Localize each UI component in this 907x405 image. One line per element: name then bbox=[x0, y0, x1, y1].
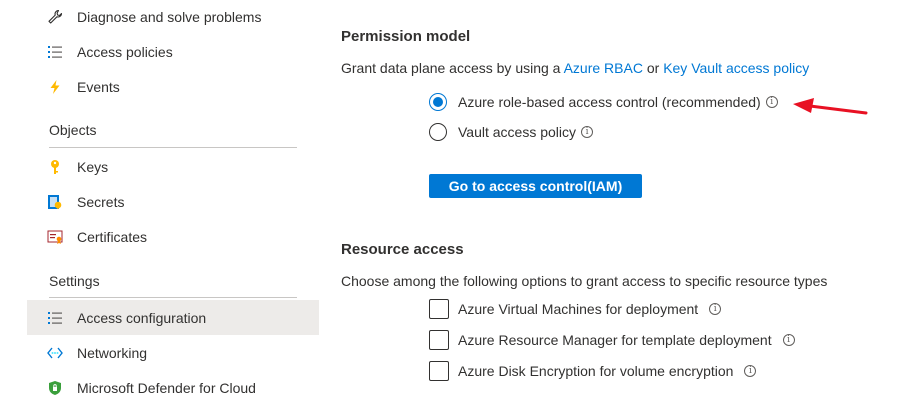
checkbox-label: Azure Disk Encryption for volume encrypt… bbox=[458, 363, 734, 379]
rbac-radio[interactable] bbox=[429, 93, 447, 111]
sidebar-item-events[interactable]: Events bbox=[27, 69, 319, 104]
sidebar-item-label: Certificates bbox=[77, 228, 148, 245]
sidebar-item-certificates[interactable]: Certificates bbox=[27, 219, 319, 254]
arm-template-checkbox[interactable] bbox=[429, 330, 449, 350]
checkbox-label: Azure Virtual Machines for deployment bbox=[458, 301, 699, 317]
section-header-objects: Objects bbox=[49, 122, 97, 138]
sidebar-item-label: Microsoft Defender for Cloud bbox=[77, 379, 256, 396]
sidebar: Diagnose and solve problems Access polic… bbox=[27, 0, 319, 396]
divider bbox=[49, 297, 297, 298]
key-icon bbox=[46, 158, 64, 176]
section-header-settings: Settings bbox=[49, 273, 100, 289]
sidebar-item-networking[interactable]: Networking bbox=[27, 335, 319, 370]
sidebar-item-defender[interactable]: Microsoft Defender for Cloud bbox=[27, 370, 319, 405]
sidebar-item-label: Diagnose and solve problems bbox=[77, 8, 262, 25]
wrench-icon bbox=[46, 8, 64, 26]
vm-deployment-checkbox-option[interactable]: Azure Virtual Machines for deployment i bbox=[429, 298, 722, 320]
resource-access-heading: Resource access bbox=[341, 241, 464, 258]
list-icon bbox=[46, 43, 64, 61]
azure-rbac-link[interactable]: Azure RBAC bbox=[564, 60, 643, 76]
info-icon[interactable]: i bbox=[744, 365, 757, 377]
permission-model-heading: Permission model bbox=[341, 28, 471, 45]
rbac-radio-label: Azure role-based access control (recomme… bbox=[458, 94, 761, 110]
sidebar-item-label: Events bbox=[77, 78, 120, 95]
divider bbox=[49, 147, 297, 148]
sidebar-item-keys[interactable]: Keys bbox=[27, 149, 319, 184]
info-icon[interactable]: i bbox=[709, 303, 722, 315]
vault-policy-radio[interactable] bbox=[429, 123, 447, 141]
lightning-icon bbox=[46, 78, 64, 96]
certificate-icon bbox=[46, 228, 64, 246]
network-icon bbox=[46, 344, 64, 362]
info-icon[interactable]: i bbox=[581, 126, 594, 138]
sidebar-item-label: Secrets bbox=[77, 193, 125, 210]
description-connector: or bbox=[646, 60, 660, 76]
sidebar-item-label: Access configuration bbox=[77, 309, 207, 326]
sidebar-item-access-policies[interactable]: Access policies bbox=[27, 34, 319, 69]
sidebar-item-label: Networking bbox=[77, 344, 148, 361]
sidebar-item-access-configuration[interactable]: Access configuration bbox=[27, 300, 319, 335]
info-icon[interactable]: i bbox=[765, 96, 778, 108]
key-vault-access-policy-link[interactable]: Key Vault access policy bbox=[663, 60, 809, 76]
list-icon bbox=[46, 309, 64, 327]
secret-icon bbox=[46, 193, 64, 211]
go-to-access-control-button[interactable]: Go to access control(IAM) bbox=[429, 174, 642, 198]
sidebar-item-secrets[interactable]: Secrets bbox=[27, 184, 319, 219]
annotation-arrow-icon bbox=[793, 98, 868, 115]
disk-encryption-checkbox[interactable] bbox=[429, 361, 449, 381]
shield-icon bbox=[46, 379, 64, 397]
permission-model-description: Grant data plane access by using a Azure… bbox=[341, 60, 809, 76]
sidebar-item-diagnose[interactable]: Diagnose and solve problems bbox=[27, 0, 319, 34]
arm-template-checkbox-option[interactable]: Azure Resource Manager for template depl… bbox=[429, 329, 795, 351]
vault-policy-radio-option[interactable]: Vault access policy i bbox=[429, 121, 594, 143]
main-content: Permission model Grant data plane access… bbox=[341, 0, 907, 393]
disk-encryption-checkbox-option[interactable]: Azure Disk Encryption for volume encrypt… bbox=[429, 360, 757, 382]
rbac-radio-option[interactable]: Azure role-based access control (recomme… bbox=[429, 91, 778, 113]
resource-access-description: Choose among the following options to gr… bbox=[341, 273, 828, 289]
vault-policy-radio-label: Vault access policy bbox=[458, 124, 577, 140]
description-text: Grant data plane access by using a bbox=[341, 60, 561, 76]
sidebar-item-label: Access policies bbox=[77, 43, 173, 60]
info-icon[interactable]: i bbox=[782, 334, 795, 346]
sidebar-item-label: Keys bbox=[77, 158, 109, 175]
checkbox-label: Azure Resource Manager for template depl… bbox=[458, 332, 772, 348]
vm-deployment-checkbox[interactable] bbox=[429, 299, 449, 319]
